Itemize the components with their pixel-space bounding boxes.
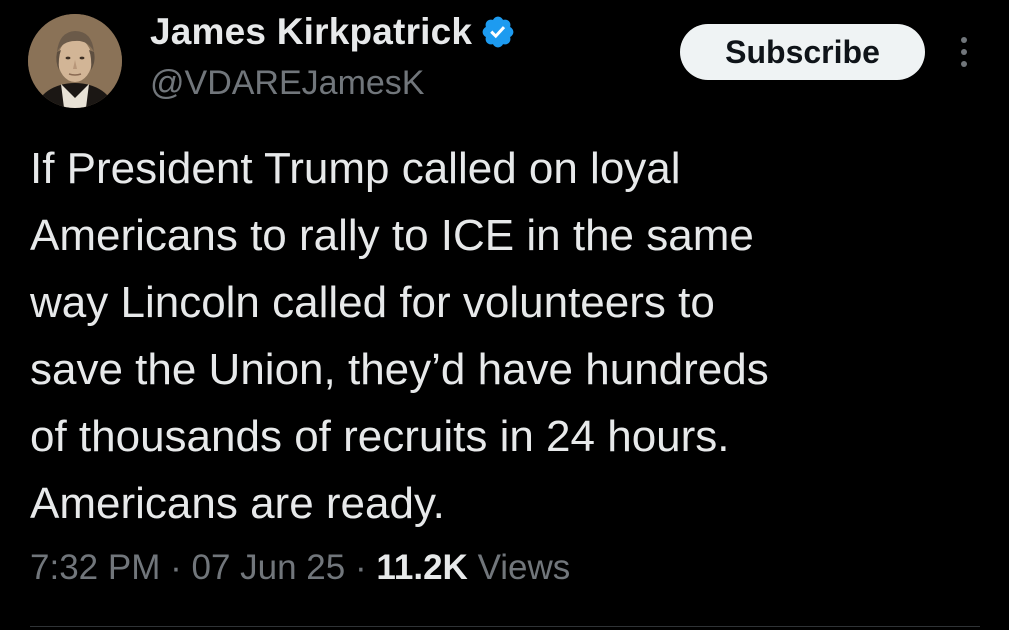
author-name-row: James Kirkpatrick — [150, 10, 516, 54]
author-handle[interactable]: @VDAREJamesK — [150, 64, 424, 103]
tweet-text-line: If President Trump called on loyal — [30, 144, 681, 193]
tweet-card: James Kirkpatrick @VDAREJamesK Subscribe… — [0, 0, 1009, 630]
portrait-avatar-icon — [28, 14, 122, 108]
views-label: Views — [477, 548, 571, 587]
divider — [30, 626, 980, 627]
tweet-time[interactable]: 7:32 PM — [30, 548, 160, 587]
tweet-date[interactable]: 07 Jun 25 — [191, 548, 345, 587]
tweet-text-line: save the Union, they’d have hundreds — [30, 345, 769, 394]
more-vertical-icon[interactable] — [950, 34, 978, 70]
avatar[interactable] — [28, 14, 122, 108]
verified-badge-icon[interactable] — [480, 14, 516, 50]
meta-separator: · — [354, 548, 367, 587]
tweet-meta: 7:32 PM · 07 Jun 25 · 11.2K Views — [30, 548, 570, 588]
tweet-text-line: Americans are ready. — [30, 479, 445, 528]
author-display-name[interactable]: James Kirkpatrick — [150, 11, 472, 53]
tweet-text-line: of thousands of recruits in 24 hours. — [30, 412, 730, 461]
tweet-text-line: way Lincoln called for volunteers to — [30, 278, 715, 327]
tweet-text: If President Trump called on loyal Ameri… — [30, 135, 980, 537]
subscribe-button[interactable]: Subscribe — [680, 24, 925, 80]
tweet-text-line: Americans to rally to ICE in the same — [30, 211, 754, 260]
views-count[interactable]: 11.2K — [376, 548, 467, 587]
meta-separator: · — [170, 548, 182, 587]
